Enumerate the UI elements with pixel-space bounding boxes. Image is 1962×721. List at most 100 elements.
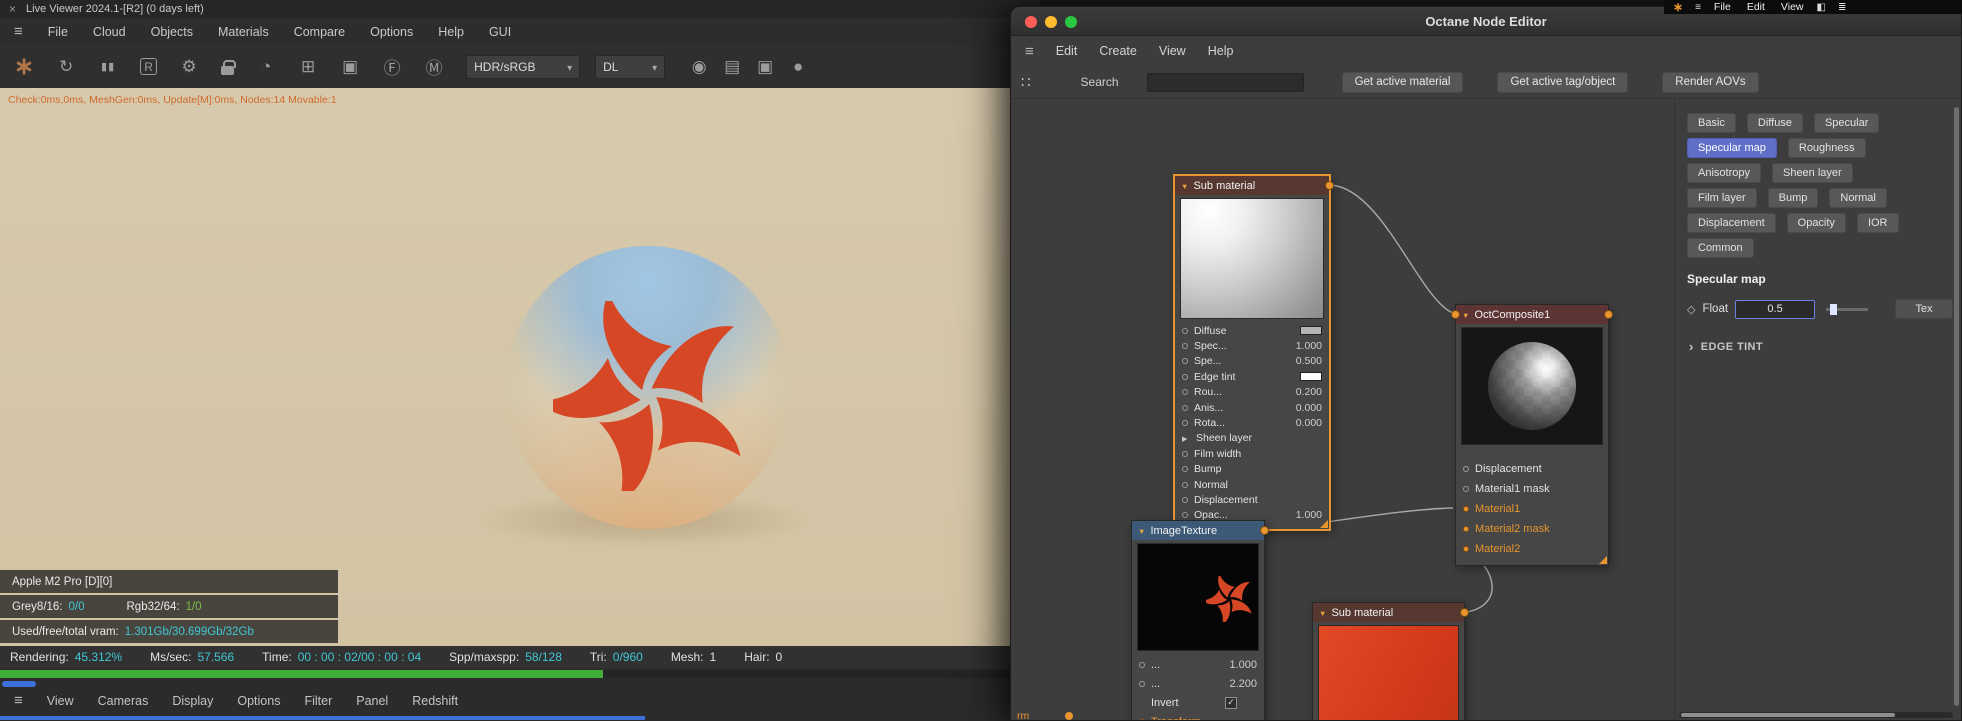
focus-picker-icon[interactable]: Ⓕ — [382, 54, 402, 80]
panel-tab[interactable]: Specular map — [1687, 138, 1777, 158]
input-socket[interactable] — [1463, 526, 1469, 532]
picture-in-picture-icon[interactable]: ▣ — [340, 54, 360, 80]
horizontal-scrollbar[interactable] — [1679, 712, 1953, 718]
resize-handle[interactable] — [1599, 556, 1607, 564]
pause-icon[interactable]: ▮▮ — [98, 54, 118, 80]
panel-tab[interactable]: Specular — [1813, 113, 1880, 133]
menu-item[interactable]: Objects — [151, 25, 193, 39]
zoom-button[interactable] — [1065, 16, 1077, 28]
param-value[interactable]: 0.000 — [1296, 402, 1322, 414]
resize-handle[interactable] — [1320, 520, 1328, 529]
node-header[interactable]: OctComposite1 — [1451, 305, 1613, 324]
lock-icon[interactable] — [221, 59, 237, 75]
tex-button[interactable]: Tex — [1895, 299, 1953, 319]
input-socket[interactable] — [1182, 466, 1188, 473]
menu-item[interactable]: Materials — [218, 25, 269, 39]
hamburger-icon[interactable] — [14, 692, 23, 709]
panel-tab[interactable]: IOR — [1856, 213, 1899, 233]
display-icon[interactable]: ◧ — [1817, 2, 1826, 13]
panel-tab[interactable]: Displacement — [1687, 213, 1776, 233]
node-sub-material-1[interactable]: Sub material Diffuse — [1174, 175, 1334, 531]
slider-handle[interactable] — [1830, 303, 1838, 315]
list-icon[interactable]: ≣ — [1838, 2, 1846, 13]
menu-item[interactable]: Edit — [1056, 44, 1078, 58]
region-render-icon[interactable]: R — [140, 58, 158, 75]
float-slider[interactable] — [1826, 303, 1869, 315]
menu-item[interactable]: Edit — [1747, 1, 1765, 13]
input-socket[interactable] — [1182, 327, 1188, 334]
vertical-scrollbar[interactable] — [1954, 107, 1959, 706]
nodes-icon[interactable] — [1021, 73, 1031, 91]
float-value-input[interactable] — [1735, 299, 1816, 319]
close-icon[interactable] — [9, 2, 16, 16]
output-socket[interactable] — [1065, 712, 1074, 720]
panel-tab[interactable]: Film layer — [1687, 188, 1757, 208]
output-socket[interactable] — [1260, 526, 1269, 535]
toolbar-button[interactable]: Get active tag/object — [1497, 71, 1629, 93]
param-value[interactable]: 2.200 — [1229, 678, 1257, 690]
toolbar-button[interactable]: Get active material — [1341, 71, 1464, 93]
input-socket[interactable] — [1139, 661, 1145, 668]
panel-tab[interactable]: Opacity — [1786, 213, 1846, 233]
color-swatch[interactable] — [1300, 326, 1322, 336]
render-viewport[interactable]: Check:0ms,0ms, MeshGen:0ms, Update[M]:0m… — [0, 88, 1040, 646]
add-box-icon[interactable]: ⊞ — [298, 54, 318, 80]
input-socket[interactable] — [1182, 404, 1188, 411]
hamburger-icon[interactable] — [1025, 43, 1034, 60]
horizontal-scrollbar[interactable] — [2, 681, 36, 687]
menu-item[interactable]: View — [1159, 44, 1186, 58]
menu-item[interactable]: File — [48, 25, 68, 39]
menu-item[interactable]: Display — [172, 694, 213, 708]
input-socket[interactable] — [1182, 373, 1188, 380]
record-icon[interactable]: ● — [788, 54, 808, 80]
input-socket[interactable] — [1182, 343, 1188, 350]
menu-item[interactable]: Options — [370, 25, 413, 39]
node-header[interactable]: ImageTexture — [1132, 521, 1269, 540]
panel-tab[interactable]: Diffuse — [1746, 113, 1803, 133]
scrollbar-thumb[interactable] — [1681, 713, 1895, 717]
input-socket[interactable] — [1182, 358, 1188, 365]
node-header[interactable]: Sub material — [1175, 176, 1334, 195]
menu-item[interactable]: Create — [1099, 44, 1137, 58]
param-value[interactable]: 1.000 — [1296, 340, 1322, 352]
input-socket[interactable] — [1139, 680, 1145, 687]
input-socket[interactable] — [1182, 496, 1188, 503]
output-socket[interactable] — [1325, 181, 1334, 190]
collapse-icon[interactable] — [1138, 525, 1145, 537]
menu-item[interactable]: Compare — [294, 25, 345, 39]
input-socket[interactable] — [1463, 466, 1469, 472]
film-strip-icon[interactable]: ▤ — [722, 54, 742, 80]
input-socket[interactable] — [1182, 450, 1188, 457]
menu-item[interactable]: Cameras — [98, 694, 149, 708]
edge-tint-section[interactable]: EDGE TINT — [1675, 339, 1961, 354]
menu-item[interactable]: Panel — [356, 694, 388, 708]
search-input[interactable] — [1146, 72, 1304, 92]
menu-item[interactable]: File — [1714, 1, 1731, 13]
menu-item[interactable]: Filter — [304, 694, 332, 708]
hamburger-icon[interactable]: ≡ — [1695, 2, 1701, 13]
input-socket[interactable] — [1451, 310, 1460, 319]
menu-item[interactable]: Cloud — [93, 25, 126, 39]
input-socket[interactable] — [1182, 389, 1188, 396]
param-value[interactable]: 1.000 — [1229, 659, 1257, 671]
refresh-icon[interactable]: ↻ — [56, 54, 76, 80]
timeline-scrollbar[interactable] — [0, 716, 645, 720]
minimize-button[interactable] — [1045, 16, 1057, 28]
menu-item[interactable]: View — [47, 694, 74, 708]
close-button[interactable] — [1025, 16, 1037, 28]
toolbar-button[interactable]: Render AOVs — [1662, 71, 1759, 93]
invert-checkbox[interactable] — [1225, 696, 1237, 709]
menu-item[interactable]: Help — [1208, 44, 1234, 58]
input-socket[interactable] — [1463, 506, 1469, 512]
panel-tab[interactable]: Anisotropy — [1687, 163, 1761, 183]
output-socket[interactable] — [1604, 310, 1613, 319]
render-layer-icon[interactable]: ◉ — [689, 54, 709, 80]
panel-tab[interactable]: Roughness — [1787, 138, 1866, 158]
node-header[interactable]: Sub material — [1313, 603, 1469, 622]
expand-icon[interactable] — [1689, 339, 1694, 354]
menu-item[interactable]: GUI — [489, 25, 511, 39]
colorspace-dropdown[interactable]: HDR/sRGB — [466, 54, 581, 79]
node-imagetexture[interactable]: ImageTexture — [1131, 520, 1269, 720]
material-picker-icon[interactable]: Ⓜ — [424, 54, 444, 80]
panel-tab[interactable]: Bump — [1767, 188, 1819, 208]
